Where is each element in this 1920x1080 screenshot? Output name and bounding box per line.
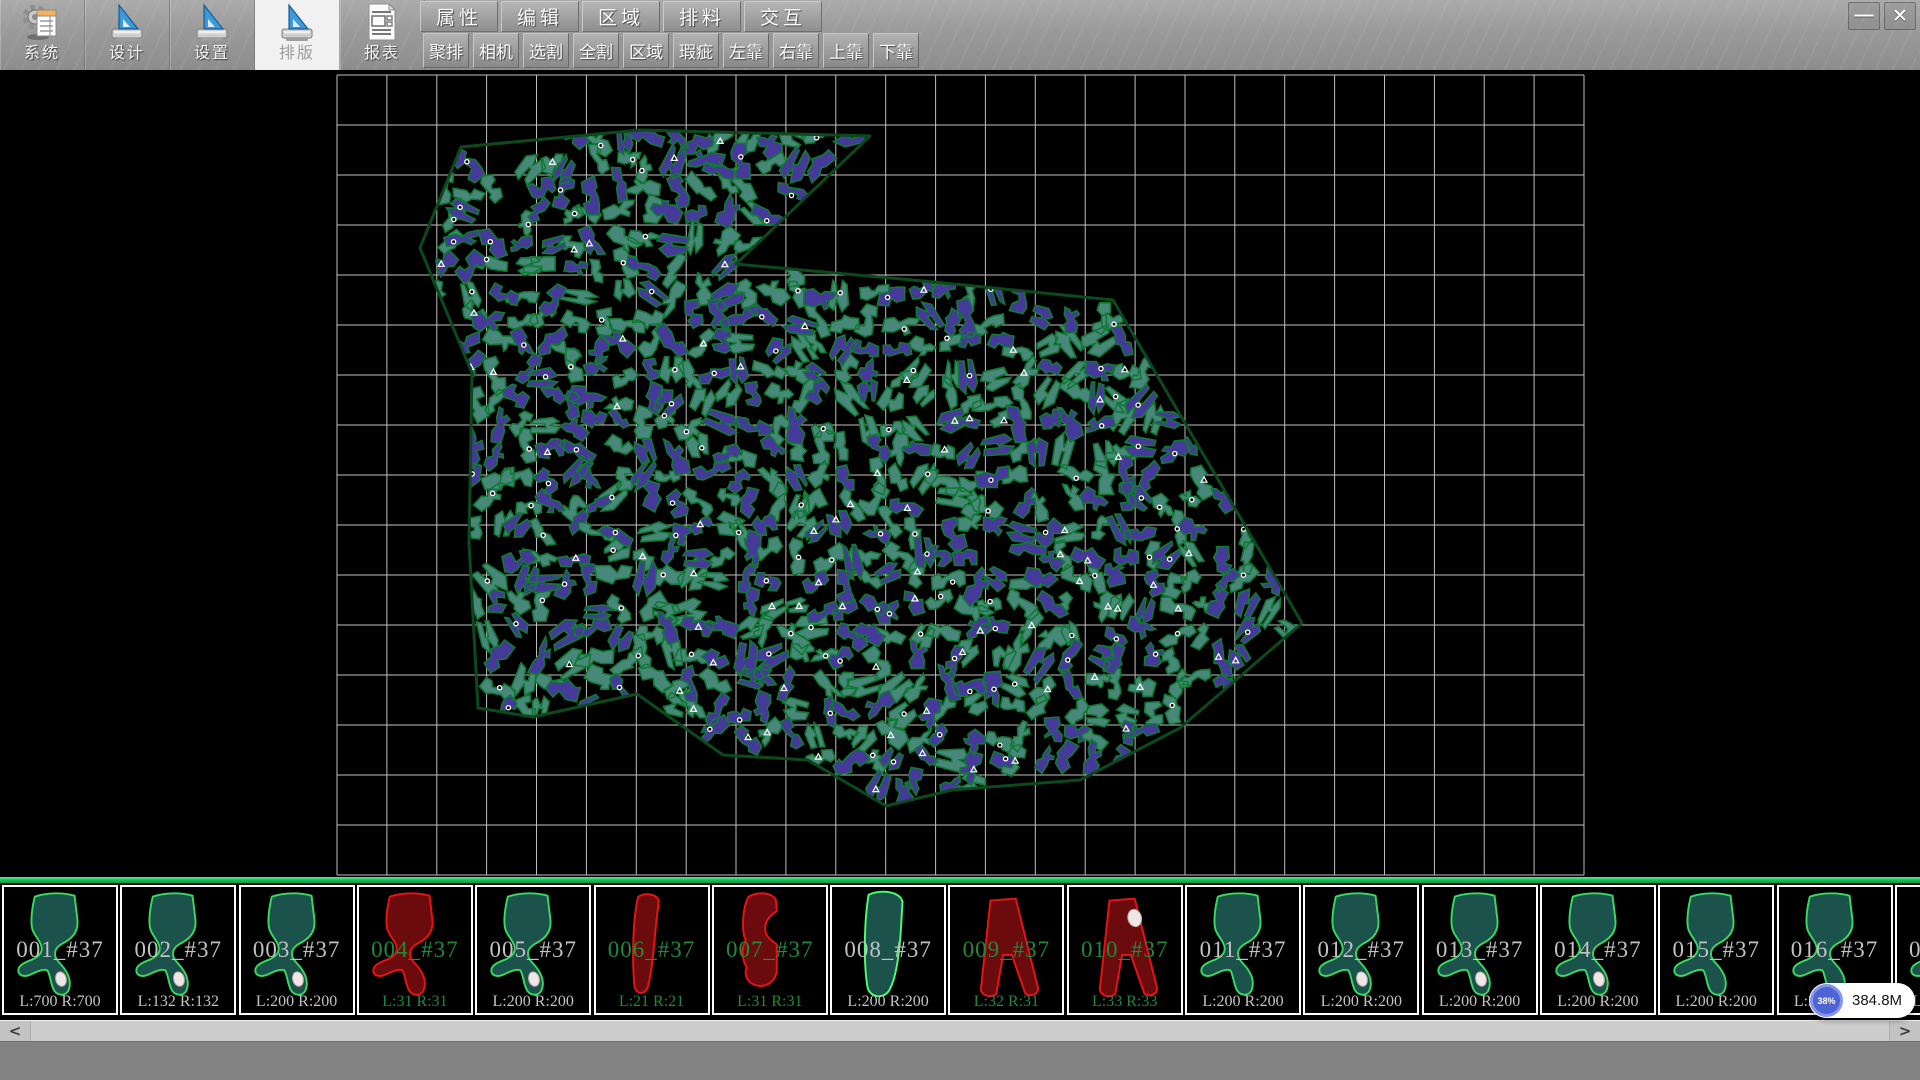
- part-thumbnail-002_#37[interactable]: 002_#37 L:132 R:132: [120, 885, 236, 1015]
- memory-indicator[interactable]: 38% 384.8M: [1809, 983, 1915, 1018]
- part-count: L:31 R:31: [714, 993, 826, 1011]
- report-icon: [360, 1, 404, 45]
- part-thumbnail-003_#37[interactable]: 003_#37 L:200 R:200: [239, 885, 355, 1015]
- tool-button-camera[interactable]: 相机: [473, 33, 519, 68]
- part-label: 003_#37: [241, 937, 353, 963]
- part-label: 002_#37: [122, 937, 234, 963]
- part-label: 006_#37: [596, 937, 708, 963]
- main-button-system[interactable]: 系统: [0, 0, 85, 70]
- part-label: 014_#37: [1542, 937, 1654, 963]
- part-thumbnail-015_#37[interactable]: 015_#37 L:200 R:200: [1658, 885, 1774, 1015]
- main-button-label: 设置: [194, 45, 230, 63]
- parts-thumbnail-panel: 001_#37 L:700 R:700 002_#37 L:132 R:132 …: [0, 883, 1920, 1020]
- minimize-button[interactable]: —: [1848, 2, 1880, 30]
- menu-tabs: 属性编辑区域排料交互: [420, 1, 822, 32]
- menu-tab-interactive[interactable]: 交互: [744, 1, 822, 32]
- part-label: 016_#37: [1779, 937, 1891, 963]
- main-button-report[interactable]: 报表: [340, 0, 425, 70]
- horizontal-scrollbar[interactable]: < >: [0, 1020, 1920, 1041]
- progress-circle: 38%: [1810, 984, 1843, 1017]
- tool-button-align-right[interactable]: 右靠: [773, 33, 819, 68]
- part-count: L:32 R:31: [950, 993, 1062, 1011]
- main-button-layout[interactable]: 排版: [255, 0, 340, 70]
- tool-button-align-top[interactable]: 上靠: [823, 33, 869, 68]
- menu-tab-nesting[interactable]: 排料: [663, 1, 741, 32]
- set-square-icon: [190, 1, 234, 45]
- part-label: 004_#37: [359, 937, 471, 963]
- part-count: L:21 R:21: [596, 993, 708, 1011]
- tool-button-align-left[interactable]: 左靠: [723, 33, 769, 68]
- main-button-settings[interactable]: 设置: [170, 0, 255, 70]
- part-count: L:33 R:33: [1069, 993, 1181, 1011]
- part-count: L:31 R:31: [359, 993, 471, 1011]
- tool-button-region[interactable]: 区域: [623, 33, 669, 68]
- tool-button-row: 聚排相机选割全割区域瑕疵左靠右靠上靠下靠: [423, 33, 919, 68]
- set-square-icon: [105, 1, 149, 45]
- tool-button-cluster-nest[interactable]: 聚排: [423, 33, 469, 68]
- part-thumbnail-010_#37[interactable]: 010_#37 L:33 R:33: [1067, 885, 1183, 1015]
- part-thumbnail-013_#37[interactable]: 013_#37 L:200 R:200: [1422, 885, 1538, 1015]
- part-thumbnail-008_#37[interactable]: 008_#37 L:200 R:200: [830, 885, 946, 1015]
- part-count: L:700 R:700: [4, 993, 116, 1011]
- part-label: 013_#37: [1424, 937, 1536, 963]
- part-count: L:200 R:200: [1542, 993, 1654, 1011]
- main-toolbar-buttons: 系统 设计 设置 排版 报表: [0, 0, 425, 70]
- part-label: 008_#37: [832, 937, 944, 963]
- main-toolbar: 系统 设计 设置 排版 报表 属性编辑区域排料交互 聚排相机选: [0, 0, 1920, 71]
- progress-percent: 38%: [1817, 996, 1835, 1006]
- part-count: L:200 R:200: [832, 993, 944, 1011]
- main-button-label: 设计: [109, 45, 145, 63]
- main-button-label: 报表: [364, 45, 400, 63]
- part-count: L:200 R:200: [477, 993, 589, 1011]
- menu-tab-region[interactable]: 区域: [582, 1, 660, 32]
- close-button[interactable]: ✕: [1884, 2, 1916, 30]
- part-label: 010_#37: [1069, 937, 1181, 963]
- menu-tab-properties[interactable]: 属性: [420, 1, 498, 32]
- part-thumbnail-006_#37[interactable]: 006_#37 L:21 R:21: [594, 885, 710, 1015]
- part-label: 005_#37: [477, 937, 589, 963]
- main-button-design[interactable]: 设计: [85, 0, 170, 70]
- main-button-label: 排版: [279, 45, 315, 63]
- canvas-svg[interactable]: [0, 70, 1920, 877]
- part-count: L:132 R:132: [122, 993, 234, 1011]
- part-label: 015_#37: [1660, 937, 1772, 963]
- tool-button-align-bottom[interactable]: 下靠: [873, 33, 919, 68]
- window-controls: — ✕: [1848, 2, 1916, 30]
- status-bar: [0, 1041, 1920, 1080]
- part-label: 017_#37: [1897, 937, 1920, 963]
- part-thumbnail-012_#37[interactable]: 012_#37 L:200 R:200: [1303, 885, 1419, 1015]
- gear-document-icon: [20, 1, 64, 45]
- part-label: 009_#37: [950, 937, 1062, 963]
- part-label: 012_#37: [1305, 937, 1417, 963]
- part-count: L:200 R:200: [1187, 993, 1299, 1011]
- part-label: 011_#37: [1187, 937, 1299, 963]
- part-label: 007_#37: [714, 937, 826, 963]
- part-count: L:200 R:200: [1660, 993, 1772, 1011]
- part-thumbnail-005_#37[interactable]: 005_#37 L:200 R:200: [475, 885, 591, 1015]
- tool-button-select-cut[interactable]: 选割: [523, 33, 569, 68]
- nesting-canvas[interactable]: [0, 70, 1920, 877]
- part-label: 001_#37: [4, 937, 116, 963]
- part-count: L:200 R:200: [1305, 993, 1417, 1011]
- memory-value: 384.8M: [1852, 992, 1902, 1009]
- scroll-left-button[interactable]: <: [0, 1021, 31, 1041]
- main-button-label: 系统: [24, 45, 60, 63]
- set-square-icon: [275, 1, 319, 45]
- part-thumbnail-009_#37[interactable]: 009_#37 L:32 R:31: [948, 885, 1064, 1015]
- part-count: L:200 R:200: [1424, 993, 1536, 1011]
- tool-button-defect[interactable]: 瑕疵: [673, 33, 719, 68]
- application-window: 系统 设计 设置 排版 报表 属性编辑区域排料交互 聚排相机选: [0, 0, 1920, 1080]
- scroll-right-button[interactable]: >: [1889, 1021, 1920, 1041]
- part-thumbnail-004_#37[interactable]: 004_#37 L:31 R:31: [357, 885, 473, 1015]
- part-thumbnail-001_#37[interactable]: 001_#37 L:700 R:700: [2, 885, 118, 1015]
- part-thumbnail-007_#37[interactable]: 007_#37 L:31 R:31: [712, 885, 828, 1015]
- tool-button-cut-all[interactable]: 全割: [573, 33, 619, 68]
- menu-tab-edit[interactable]: 编辑: [501, 1, 579, 32]
- part-thumbnail-014_#37[interactable]: 014_#37 L:200 R:200: [1540, 885, 1656, 1015]
- part-thumbnail-011_#37[interactable]: 011_#37 L:200 R:200: [1185, 885, 1301, 1015]
- part-count: L:200 R:200: [241, 993, 353, 1011]
